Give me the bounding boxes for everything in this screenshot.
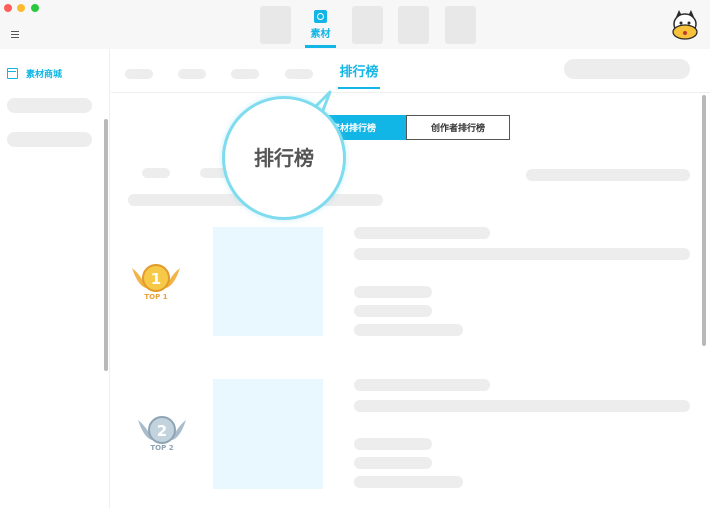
minimize-window-button[interactable]	[17, 4, 25, 12]
toolbar-tab-placeholder[interactable]	[445, 6, 476, 44]
sort-placeholder[interactable]	[526, 169, 690, 181]
toolbar-tab-placeholder[interactable]	[260, 6, 291, 44]
nav-tab-placeholder[interactable]	[178, 69, 206, 79]
store-icon	[7, 67, 18, 79]
maximize-window-button[interactable]	[31, 4, 39, 12]
callout-label: 排行榜	[254, 146, 314, 170]
material-title-placeholder	[354, 379, 490, 391]
toggle-creator-ranking[interactable]: 创作者排行榜	[406, 115, 510, 140]
active-tab-indicator	[338, 87, 380, 89]
rank-badge-label: TOP 2	[150, 444, 174, 452]
tab-ranking[interactable]: 排行榜	[338, 63, 380, 89]
toolbar-tab-placeholder[interactable]	[352, 6, 383, 44]
material-meta-placeholder	[354, 476, 463, 488]
material-thumbnail[interactable]	[213, 379, 323, 489]
mascot-avatar-icon[interactable]	[670, 8, 700, 40]
material-meta-placeholder	[354, 324, 463, 336]
sidebar-item-material-store[interactable]: 素材商城	[7, 66, 62, 80]
sidebar-item-label: 素材商城	[26, 69, 63, 80]
nav-tab-placeholder[interactable]	[125, 69, 153, 79]
sidebar-scrollbar[interactable]	[104, 119, 108, 371]
tab-ranking-label: 排行榜	[339, 65, 379, 80]
material-meta-placeholder	[354, 305, 432, 317]
nav-tab-placeholder[interactable]	[285, 69, 313, 79]
search-input-placeholder[interactable]	[564, 59, 690, 79]
material-desc-placeholder	[354, 400, 690, 412]
sidebar-item-placeholder[interactable]	[7, 132, 92, 147]
medal-rank-number: 2	[157, 422, 167, 440]
main-scrollbar[interactable]	[702, 95, 706, 346]
sidebar: 素材商城	[0, 49, 110, 508]
tab-material[interactable]: 素材	[305, 6, 336, 48]
nav-tab-placeholder[interactable]	[231, 69, 259, 79]
tab-material-label: 素材	[310, 29, 331, 40]
material-thumbnail[interactable]	[213, 227, 323, 336]
menu-icon[interactable]	[11, 31, 19, 39]
close-window-button[interactable]	[4, 4, 12, 12]
material-icon	[314, 10, 327, 23]
material-title-placeholder	[354, 227, 490, 239]
material-desc-placeholder	[354, 248, 690, 260]
rank-badge-label: TOP 1	[144, 293, 168, 301]
toolbar-tab-placeholder[interactable]	[398, 6, 429, 44]
nav-divider	[111, 92, 710, 93]
filter-placeholder[interactable]	[142, 168, 170, 178]
medal-rank-number: 1	[151, 270, 161, 288]
material-meta-placeholder	[354, 438, 432, 450]
material-meta-placeholder	[354, 286, 432, 298]
material-meta-placeholder	[354, 457, 432, 469]
sidebar-item-placeholder[interactable]	[7, 98, 92, 113]
active-tab-indicator	[305, 45, 336, 48]
title-bar: 素材	[0, 0, 710, 49]
